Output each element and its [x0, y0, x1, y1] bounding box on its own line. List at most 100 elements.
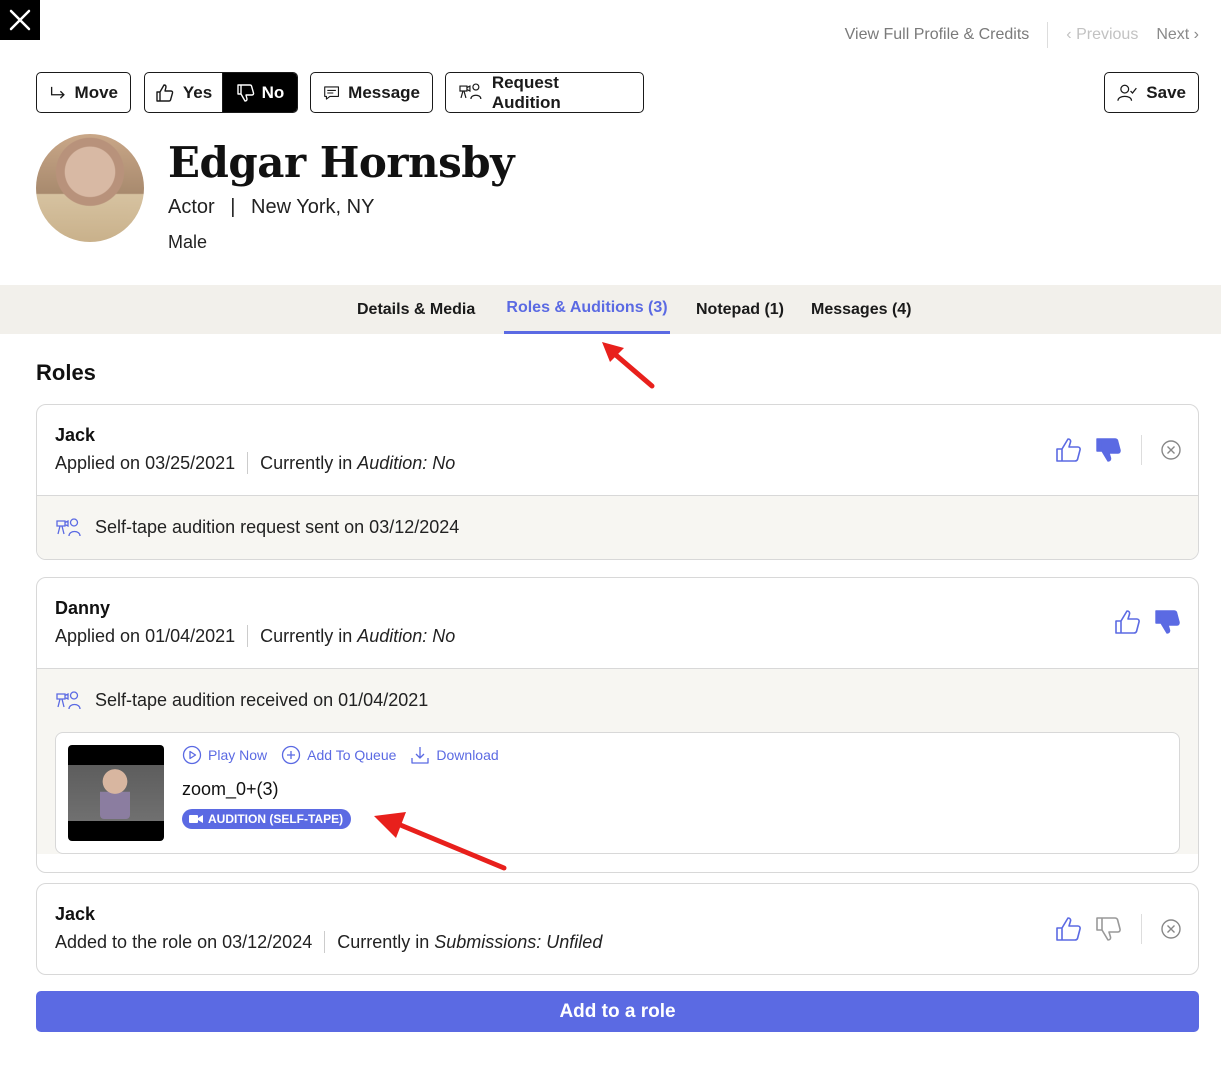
divider — [1141, 914, 1142, 944]
yes-label: Yes — [182, 82, 213, 102]
video-subject — [100, 769, 130, 819]
role-actions — [1114, 608, 1182, 636]
add-to-queue-label: Add To Queue — [307, 747, 397, 763]
thumbs-down-icon — [236, 83, 254, 102]
request-audition-button[interactable]: Request Audition — [445, 72, 644, 113]
audition-status-line: Self-tape audition request sent on 03/12… — [55, 496, 1180, 559]
no-button[interactable]: No — [223, 73, 297, 112]
role-actions — [1055, 435, 1182, 465]
profile-separator: | — [230, 196, 236, 218]
media-type-label: AUDITION (SELF-TAPE) — [208, 812, 344, 826]
thumbs-up-outline-icon[interactable] — [1114, 608, 1142, 636]
annotation-arrow-icon — [602, 342, 655, 389]
action-toolbar: Move Yes No Message Request Audition Sav… — [36, 72, 1199, 113]
thumbs-up-outline-icon[interactable] — [1055, 436, 1083, 464]
profile-subline: Actor | New York, NY — [168, 196, 374, 219]
role-name: Jack — [55, 904, 96, 924]
role-applied-date: Applied on 03/25/2021 — [55, 452, 236, 473]
audition-status-line: Self-tape audition received on 01/04/202… — [55, 669, 1180, 732]
audition-icon — [459, 82, 482, 99]
audition-status-text: Self-tape audition received on 01/04/202… — [95, 690, 429, 710]
move-button[interactable]: Move — [36, 72, 131, 113]
media-title[interactable]: zoom_0+(3) — [182, 779, 279, 800]
yes-button[interactable]: Yes — [145, 73, 223, 112]
role-applied-date: Applied on 01/04/2021 — [55, 625, 236, 646]
role-card-footer: Self-tape audition received on 01/04/202… — [37, 668, 1198, 854]
tab-messages[interactable]: Messages (4) — [811, 285, 912, 334]
divider — [324, 931, 326, 953]
role-name: Danny — [55, 598, 111, 618]
media-item: Play Now Add To Queue Download zoom_0+(3… — [55, 732, 1180, 854]
audition-icon — [56, 517, 81, 536]
avatar — [36, 134, 144, 242]
message-icon — [324, 85, 340, 100]
video-camera-icon — [189, 815, 203, 823]
profile-location: New York, NY — [251, 196, 375, 218]
save-button[interactable]: Save — [1104, 72, 1199, 113]
role-added-date: Added to the role on 03/12/2024 — [55, 931, 313, 952]
profile-gender: Male — [168, 232, 208, 252]
tab-details-media[interactable]: Details & Media — [357, 285, 475, 334]
previous-link[interactable]: ‹ Previous — [1066, 26, 1138, 44]
profile-role: Actor — [168, 196, 215, 218]
role-card-header: Danny Applied on 01/04/2021 Currently in… — [37, 578, 1198, 668]
media-actions: Play Now Add To Queue Download — [182, 745, 499, 765]
user-check-icon — [1117, 84, 1137, 101]
close-button[interactable] — [0, 0, 40, 40]
message-button[interactable]: Message — [310, 72, 433, 113]
remove-circle-icon[interactable] — [1160, 439, 1182, 461]
role-status-prefix: Currently in — [260, 625, 358, 646]
role-card: Jack Added to the role on 03/12/2024 Cur… — [36, 883, 1199, 975]
request-audition-label: Request Audition — [491, 72, 561, 112]
divider — [247, 452, 249, 474]
move-label: Move — [74, 82, 118, 102]
role-card-footer: Self-tape audition request sent on 03/12… — [37, 495, 1198, 559]
audition-status-text: Self-tape audition request sent on 03/12… — [95, 517, 460, 537]
tab-bar: Details & Media Roles & Auditions (3) No… — [0, 285, 1221, 334]
play-icon — [182, 745, 202, 765]
top-navigation: View Full Profile & Credits ‹ Previous N… — [845, 22, 1199, 48]
role-meta: Applied on 03/25/2021 Currently in Audit… — [55, 452, 1180, 474]
divider — [1141, 435, 1142, 465]
role-card: Jack Applied on 03/25/2021 Currently in … — [36, 404, 1199, 560]
audition-icon — [56, 690, 81, 709]
role-status-prefix: Currently in — [337, 931, 435, 952]
roles-heading: Roles — [36, 360, 96, 385]
role-meta: Applied on 01/04/2021 Currently in Audit… — [55, 625, 1180, 647]
thumbs-down-filled-icon[interactable] — [1154, 608, 1182, 636]
role-status-prefix: Currently in — [260, 452, 358, 473]
role-status: Audition: No — [357, 625, 456, 646]
divider — [1047, 22, 1049, 48]
role-meta: Added to the role on 03/12/2024 Currentl… — [55, 931, 1180, 953]
tab-notepad[interactable]: Notepad (1) — [696, 285, 784, 334]
role-card-header: Jack Added to the role on 03/12/2024 Cur… — [37, 884, 1198, 974]
role-status: Audition: No — [357, 452, 456, 473]
profile-name: Edgar Hornsby — [168, 138, 515, 187]
role-status: Submissions: Unfiled — [434, 931, 603, 952]
view-full-profile-link[interactable]: View Full Profile & Credits — [845, 26, 1030, 44]
thumbs-down-outline-icon[interactable] — [1095, 915, 1123, 943]
add-to-role-button[interactable]: Add to a role — [36, 991, 1199, 1032]
divider — [247, 625, 249, 647]
download-button[interactable]: Download — [410, 745, 499, 765]
yes-no-toggle: Yes No — [144, 72, 298, 113]
tab-roles-auditions[interactable]: Roles & Auditions (3) — [504, 285, 670, 334]
remove-circle-icon[interactable] — [1160, 918, 1182, 940]
role-actions — [1055, 914, 1182, 944]
no-label: No — [261, 82, 285, 102]
plus-circle-icon — [281, 745, 301, 765]
move-arrow-icon — [50, 86, 65, 99]
save-label: Save — [1146, 82, 1186, 102]
thumbs-down-filled-icon[interactable] — [1095, 436, 1123, 464]
role-card: Danny Applied on 01/04/2021 Currently in… — [36, 577, 1199, 873]
thumbs-up-outline-icon[interactable] — [1055, 915, 1083, 943]
download-icon — [411, 747, 430, 764]
role-card-header: Jack Applied on 03/25/2021 Currently in … — [37, 405, 1198, 495]
download-label: Download — [436, 747, 499, 763]
media-type-badge: AUDITION (SELF-TAPE) — [182, 809, 352, 829]
next-link[interactable]: Next › — [1156, 26, 1199, 44]
message-label: Message — [348, 82, 420, 102]
play-now-button[interactable]: Play Now — [182, 745, 267, 765]
add-to-queue-button[interactable]: Add To Queue — [281, 745, 396, 765]
video-thumbnail[interactable] — [68, 745, 164, 841]
